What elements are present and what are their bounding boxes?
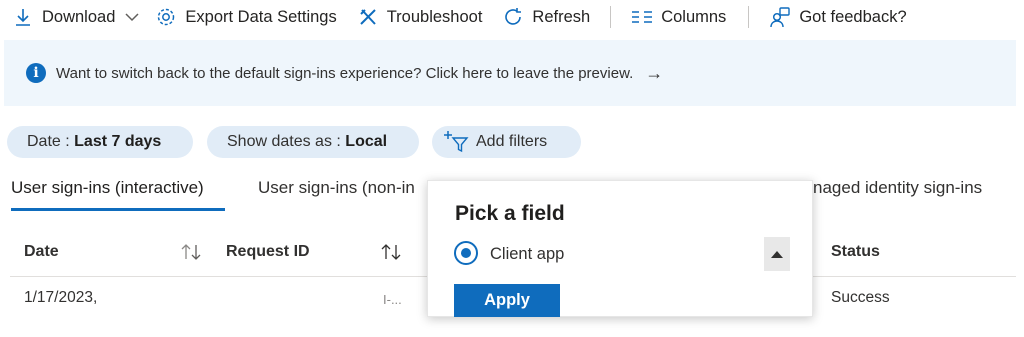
column-header-date[interactable]: Date [24, 243, 59, 261]
preview-info-banner[interactable]: i Want to switch back to the default sig… [4, 40, 1016, 106]
cell-request-id[interactable]: I-... [383, 292, 402, 307]
toolbar-divider [610, 6, 612, 28]
wrench-icon [357, 6, 379, 28]
pick-field-popup: Pick a field Client app Apply [427, 180, 813, 317]
sort-icon[interactable] [180, 243, 202, 265]
tab-managed-identity[interactable]: naged identity sign-ins [813, 178, 982, 198]
command-bar: Download Export Data Settings Troublesho… [0, 0, 1024, 34]
apply-button[interactable]: Apply [454, 284, 560, 317]
cell-status[interactable]: Success [831, 289, 890, 307]
active-tab-indicator [11, 208, 225, 211]
show-dates-value: Local [345, 133, 388, 150]
download-icon [12, 6, 34, 28]
show-dates-pill[interactable]: Show dates as : Local [207, 126, 419, 158]
troubleshoot-label: Troubleshoot [386, 7, 483, 26]
arrow-right-icon[interactable]: → [645, 63, 663, 84]
columns-label: Columns [661, 7, 727, 26]
popup-title: Pick a field [455, 202, 565, 225]
download-button[interactable]: Download [12, 2, 141, 32]
refresh-icon [502, 6, 524, 28]
date-filter-label: Date : [27, 133, 75, 150]
download-label: Download [42, 7, 116, 26]
gear-icon [155, 6, 177, 28]
troubleshoot-button[interactable]: Troubleshoot [357, 2, 483, 32]
radio-selected-dot [461, 248, 471, 258]
show-dates-label: Show dates as : [227, 133, 346, 150]
toolbar-divider [748, 6, 750, 28]
client-app-radio[interactable] [454, 241, 478, 265]
scroll-up-button[interactable] [764, 237, 790, 271]
info-icon: i [26, 63, 46, 83]
client-app-label[interactable]: Client app [490, 245, 564, 264]
export-label: Export Data Settings [185, 7, 337, 26]
columns-button[interactable]: Columns [631, 2, 726, 32]
add-filters-label: Add filters [476, 133, 548, 150]
refresh-button[interactable]: Refresh [502, 2, 590, 32]
add-filter-icon [444, 129, 470, 155]
banner-text[interactable]: Want to switch back to the default sign-… [56, 65, 633, 82]
refresh-label: Refresh [532, 7, 591, 26]
columns-icon [631, 6, 653, 28]
tab-user-interactive[interactable]: User sign-ins (interactive) [11, 178, 204, 198]
date-filter-value: Last 7 days [74, 133, 162, 150]
cell-date[interactable]: 1/17/2023, [24, 289, 97, 307]
feedback-button[interactable]: Got feedback? [769, 2, 907, 32]
chevron-down-icon[interactable] [123, 8, 141, 26]
feedback-label: Got feedback? [799, 7, 907, 26]
caret-up-icon [771, 251, 783, 258]
column-header-request-id[interactable]: Request ID [226, 243, 310, 261]
tab-user-non-interactive[interactable]: User sign-ins (non-in [258, 178, 415, 198]
feedback-person-icon [769, 6, 791, 28]
column-header-status[interactable]: Status [831, 243, 880, 261]
sort-icon[interactable] [380, 243, 402, 265]
sign-ins-page: Download Export Data Settings Troublesho… [0, 0, 1024, 337]
date-filter-pill[interactable]: Date : Last 7 days [7, 126, 193, 158]
export-data-settings-button[interactable]: Export Data Settings [155, 2, 337, 32]
add-filters-button[interactable]: Add filters [432, 126, 581, 158]
